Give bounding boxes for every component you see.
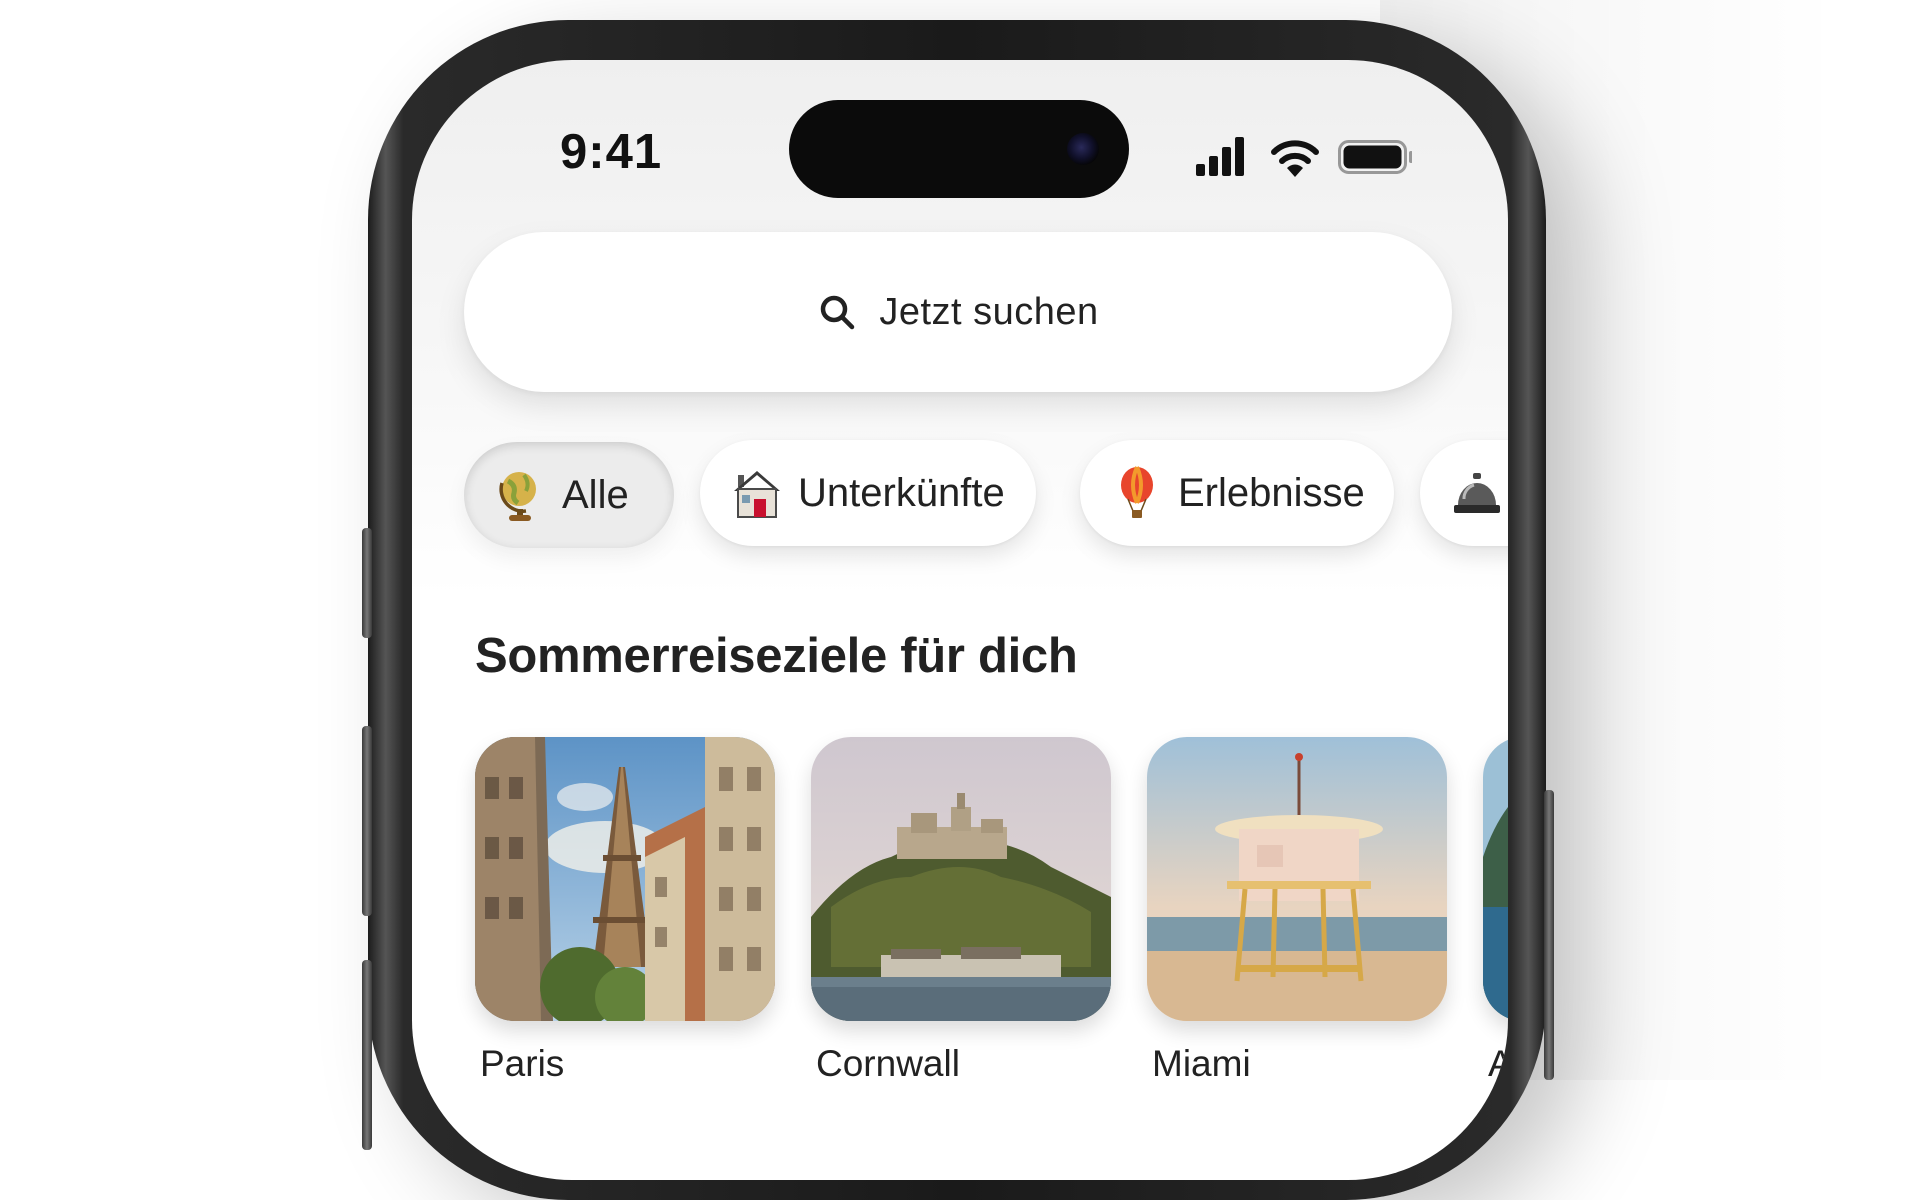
destination-name: A — [1488, 1043, 1508, 1084]
volume-down-button — [362, 960, 372, 1150]
search-bar[interactable]: Jetzt suchen — [464, 232, 1452, 392]
category-chip-alle[interactable]: Alle — [464, 442, 674, 548]
wifi-icon — [1271, 140, 1319, 177]
section-title: Sommerreiseziele für dich — [475, 629, 1078, 683]
category-label-unterkuenfte: Unterkünfte — [798, 470, 1005, 515]
phone-screen: 9:41 Jetzt suchen Alle Unterkünfte Erleb… — [412, 60, 1508, 1180]
action-button — [362, 528, 372, 638]
destination-name: Miami — [1152, 1043, 1251, 1084]
status-icons — [1196, 137, 1412, 177]
power-button — [1544, 790, 1554, 1080]
cornwall-photo — [811, 737, 1111, 1021]
destination-name: Paris — [480, 1043, 565, 1084]
dynamic-island — [789, 100, 1129, 198]
signal-icon — [1196, 137, 1244, 176]
destination-photo — [1483, 737, 1508, 1021]
house-icon — [734, 471, 780, 518]
front-camera — [1067, 133, 1099, 165]
category-chip-erlebnisse[interactable]: Erlebnisse — [1080, 440, 1394, 546]
status-time: 9:41 — [560, 125, 663, 179]
destination-card-cornwall[interactable]: Cornwall — [811, 737, 1111, 1085]
category-chip-services[interactable] — [1420, 440, 1508, 546]
destination-card-paris[interactable]: Paris — [475, 737, 775, 1085]
destination-card-miami[interactable]: Miami — [1147, 737, 1447, 1085]
paris-photo — [475, 737, 775, 1021]
globe-icon — [499, 472, 536, 521]
battery-icon — [1338, 140, 1412, 174]
category-chip-unterkuenfte[interactable]: Unterkünfte — [700, 440, 1036, 546]
category-label-alle: Alle — [562, 472, 629, 517]
miami-photo — [1147, 737, 1447, 1021]
category-label-erlebnisse: Erlebnisse — [1178, 470, 1365, 515]
volume-up-button — [362, 726, 372, 916]
hot-air-balloon-icon — [1121, 466, 1153, 518]
search-icon — [821, 295, 855, 330]
search-label: Jetzt suchen — [879, 290, 1099, 333]
destination-card-4[interactable]: A — [1483, 737, 1508, 1085]
service-bell-icon — [1454, 473, 1500, 513]
destination-name: Cornwall — [816, 1043, 960, 1084]
